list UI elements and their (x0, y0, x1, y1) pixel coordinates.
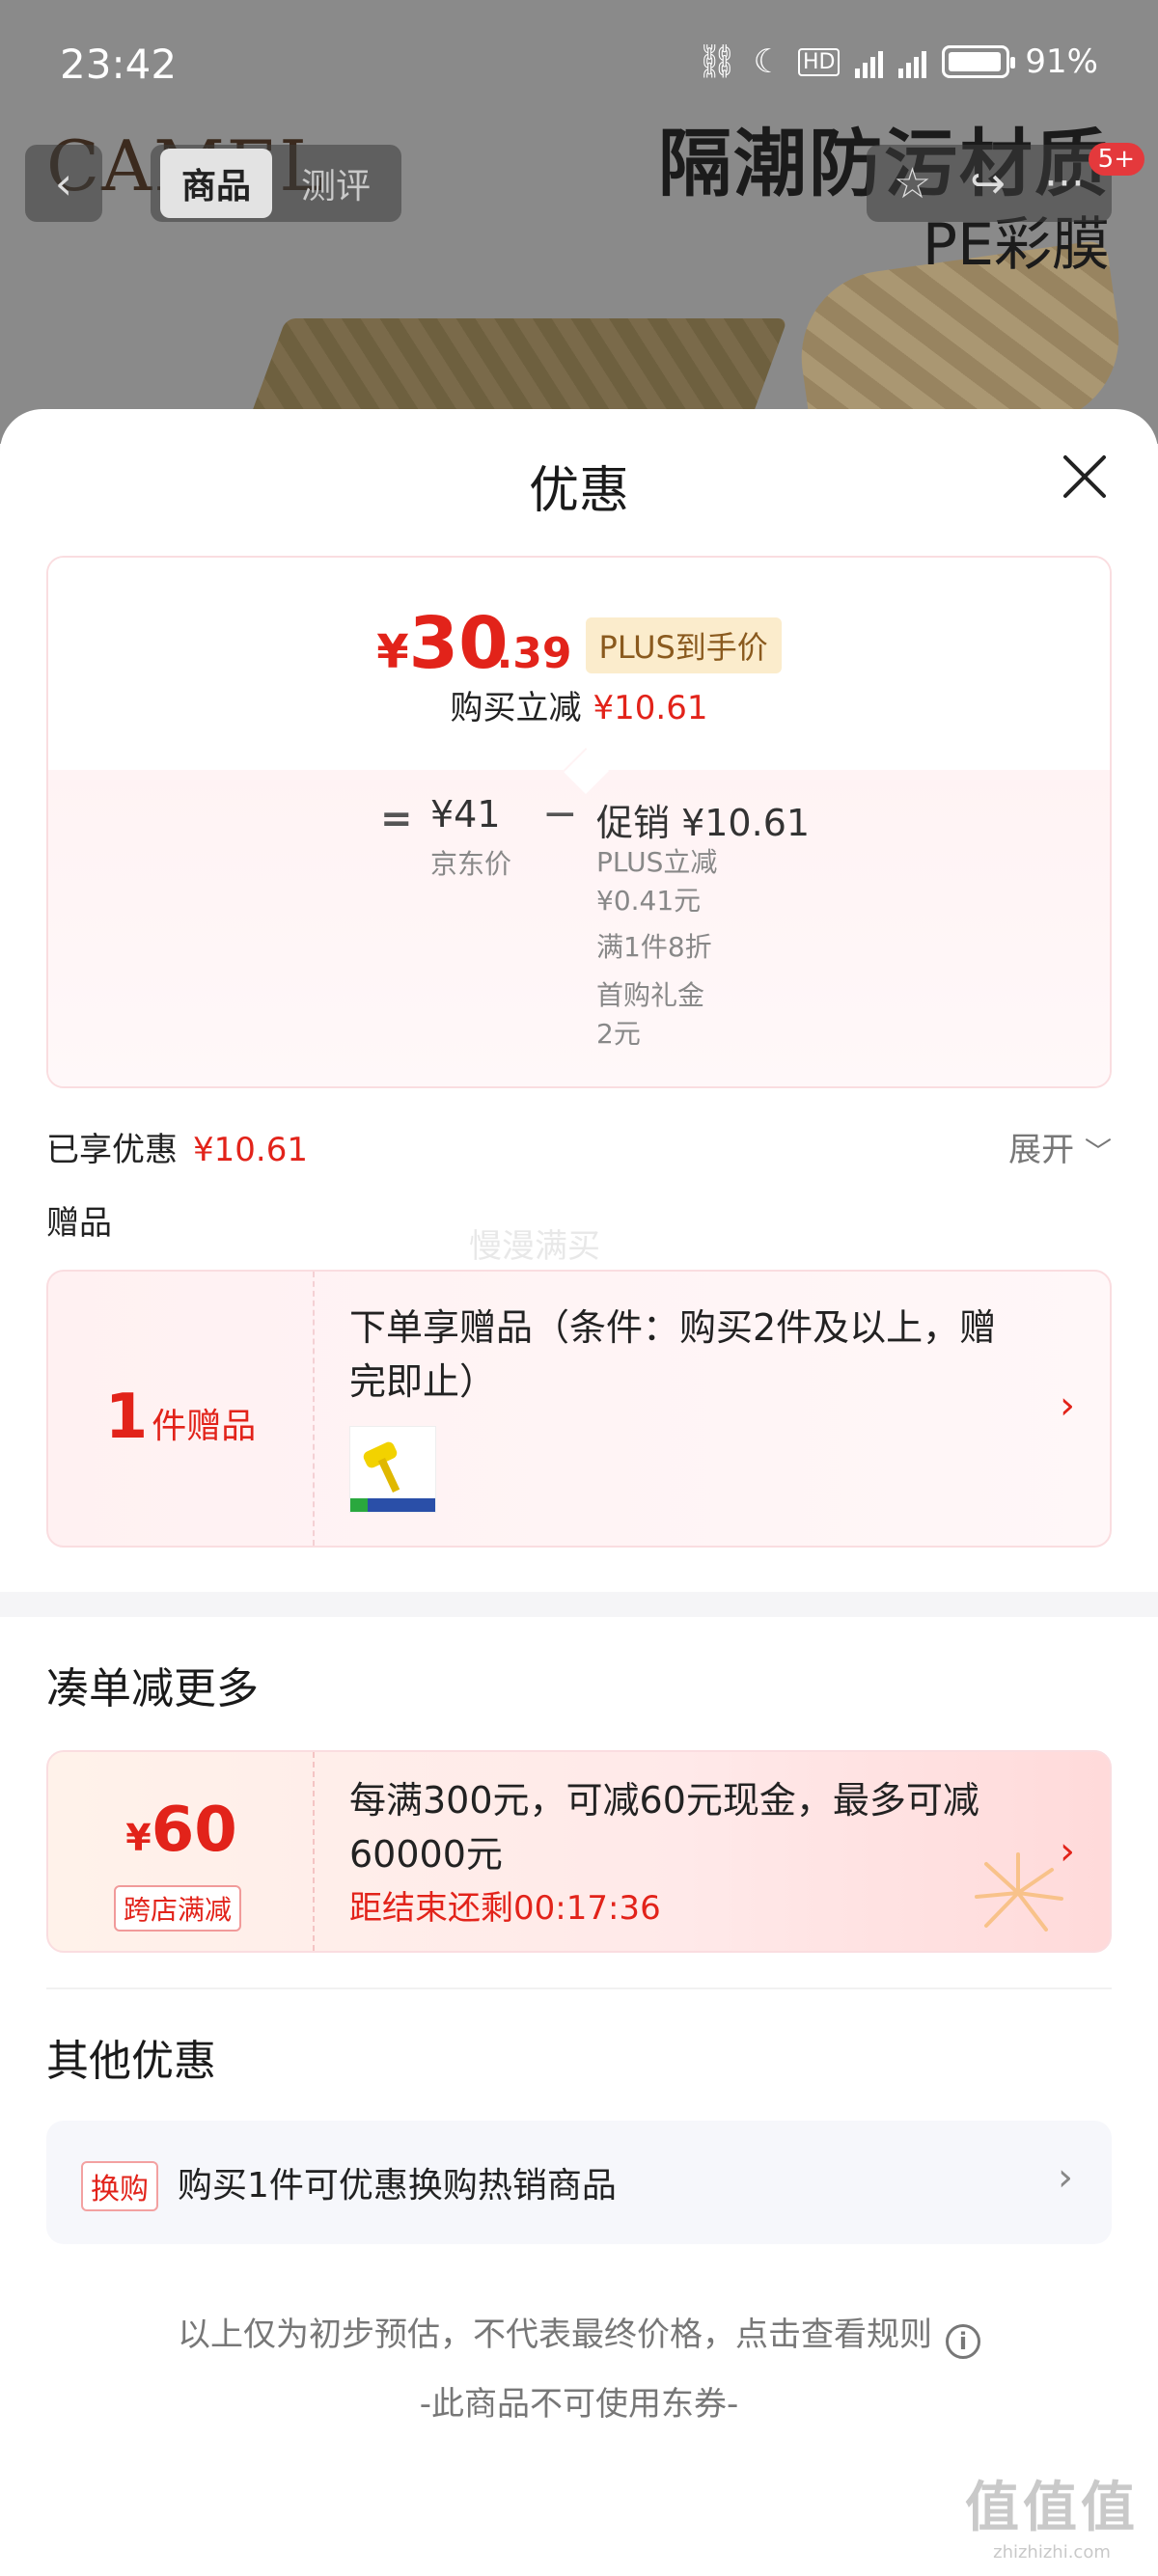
promo-detail: 首购礼金 (596, 979, 705, 1011)
promo-detail: ¥0.41元 (596, 885, 702, 917)
gift-thumbnail[interactable] (349, 1426, 436, 1513)
gift-description: 下单享赠品（条件：购买2件及以上，赠完即止） (349, 1306, 997, 1403)
other-section-title: 其他优惠 (46, 2037, 216, 2086)
coupon-amount: ¥60 (125, 1795, 237, 1866)
chevron-right-icon: › (1060, 1829, 1075, 1874)
jd-price-label: 京东价 (430, 848, 512, 880)
nav-actions: ☆ ↪ ··· (866, 145, 1112, 222)
coupon-restriction-note: -此商品不可使用东券- (419, 2385, 739, 2424)
chevron-down-icon: ﹀ (1084, 1136, 1112, 1167)
message-badge: 5+ (1088, 143, 1144, 176)
exchange-tag: 换购 (81, 2161, 158, 2211)
status-time: 23:42 (60, 41, 178, 88)
promo-total: 促销 ¥10.61 (596, 802, 811, 844)
more-section-title: 凑单减更多 (46, 1664, 259, 1713)
star-icon[interactable]: ☆ (894, 159, 931, 208)
enjoyed-discount: 已享优惠 ¥10.61 (46, 1131, 308, 1169)
gift-count: 1 件赠品 (48, 1272, 315, 1546)
coupon-countdown: 距结束还剩00:17:36 (349, 1889, 661, 1928)
status-icons: ⛓ ☾ HD 91% (696, 42, 1098, 81)
discount-sheet: 优惠 ¥30.39 PLUS到手价 购买立减 ¥10.61 = ¥41 京东价 −… (0, 409, 1158, 2576)
section-divider (0, 1592, 1158, 1617)
sheet-title: 优惠 (528, 462, 629, 520)
chevron-right-icon: › (1058, 2155, 1073, 2200)
signal-icon (855, 45, 884, 78)
minus-sign: − (542, 789, 578, 838)
close-icon[interactable] (1058, 450, 1112, 504)
site-watermark: 值值值 zhizhizhi.com (965, 2477, 1139, 2562)
equals-sign: = (380, 797, 413, 841)
gift-section-title: 赠品 (46, 1204, 112, 1243)
plus-price-tag: PLUS到手价 (585, 617, 782, 673)
status-bar: 23:42 ⛓ ☾ HD 91% (0, 0, 1158, 125)
gift-card[interactable]: 1 件赠品 下单享赠品（条件：购买2件及以上，赠完即止） › (46, 1270, 1112, 1548)
coupon-type-tag: 跨店满减 (114, 1885, 242, 1932)
moon-icon: ☾ (753, 42, 783, 81)
link-icon: ⛓ (696, 42, 738, 81)
info-icon: i (946, 2324, 980, 2359)
more-icon[interactable]: ··· (1044, 159, 1085, 208)
rules-footnote[interactable]: 以上仅为初步预估，不代表最终价格，点击查看规则 i (0, 2308, 1158, 2359)
tab-review[interactable]: 测评 (280, 149, 392, 218)
jd-price: ¥41 (430, 793, 501, 836)
cross-store-coupon[interactable]: ¥60 跨店满减 每满300元，可减60元现金，最多可减60000元 距结束还剩… (46, 1750, 1112, 1953)
promo-detail: 2元 (596, 1018, 641, 1050)
final-price: ¥30.39 PLUS到手价 (48, 602, 1110, 685)
battery-icon (942, 45, 1016, 78)
divider (46, 1987, 1112, 1989)
watermark-text: 慢漫满买 (469, 1227, 600, 1266)
product-tabs: 商品 测评 (151, 145, 402, 222)
firework-decoration-icon (975, 1852, 1063, 1932)
exchange-text: 购买1件可优惠换购热销商品 (178, 2166, 617, 2206)
promo-detail: 满1件8折 (596, 931, 712, 963)
battery-percent: 91% (1025, 42, 1098, 81)
exchange-purchase-row[interactable]: 换购 购买1件可优惠换购热销商品 › (46, 2121, 1112, 2244)
tab-product[interactable]: 商品 (160, 149, 273, 218)
share-icon[interactable]: ↪ (970, 159, 1006, 208)
hammer-toy-icon (350, 1427, 435, 1512)
signal-icon-2 (898, 45, 927, 78)
price-card: ¥30.39 PLUS到手价 购买立减 ¥10.61 = ¥41 京东价 − 促销… (46, 556, 1112, 1088)
promo-detail: PLUS立减 (596, 846, 718, 878)
chevron-right-icon: › (1060, 1384, 1075, 1428)
instant-reduce: 购买立减 ¥10.61 (450, 689, 708, 727)
chevron-left-icon: ‹ (54, 157, 73, 209)
back-button[interactable]: ‹ (25, 145, 102, 222)
hd-icon: HD (797, 47, 841, 76)
expand-button[interactable]: 展开 ﹀ (1008, 1123, 1112, 1170)
